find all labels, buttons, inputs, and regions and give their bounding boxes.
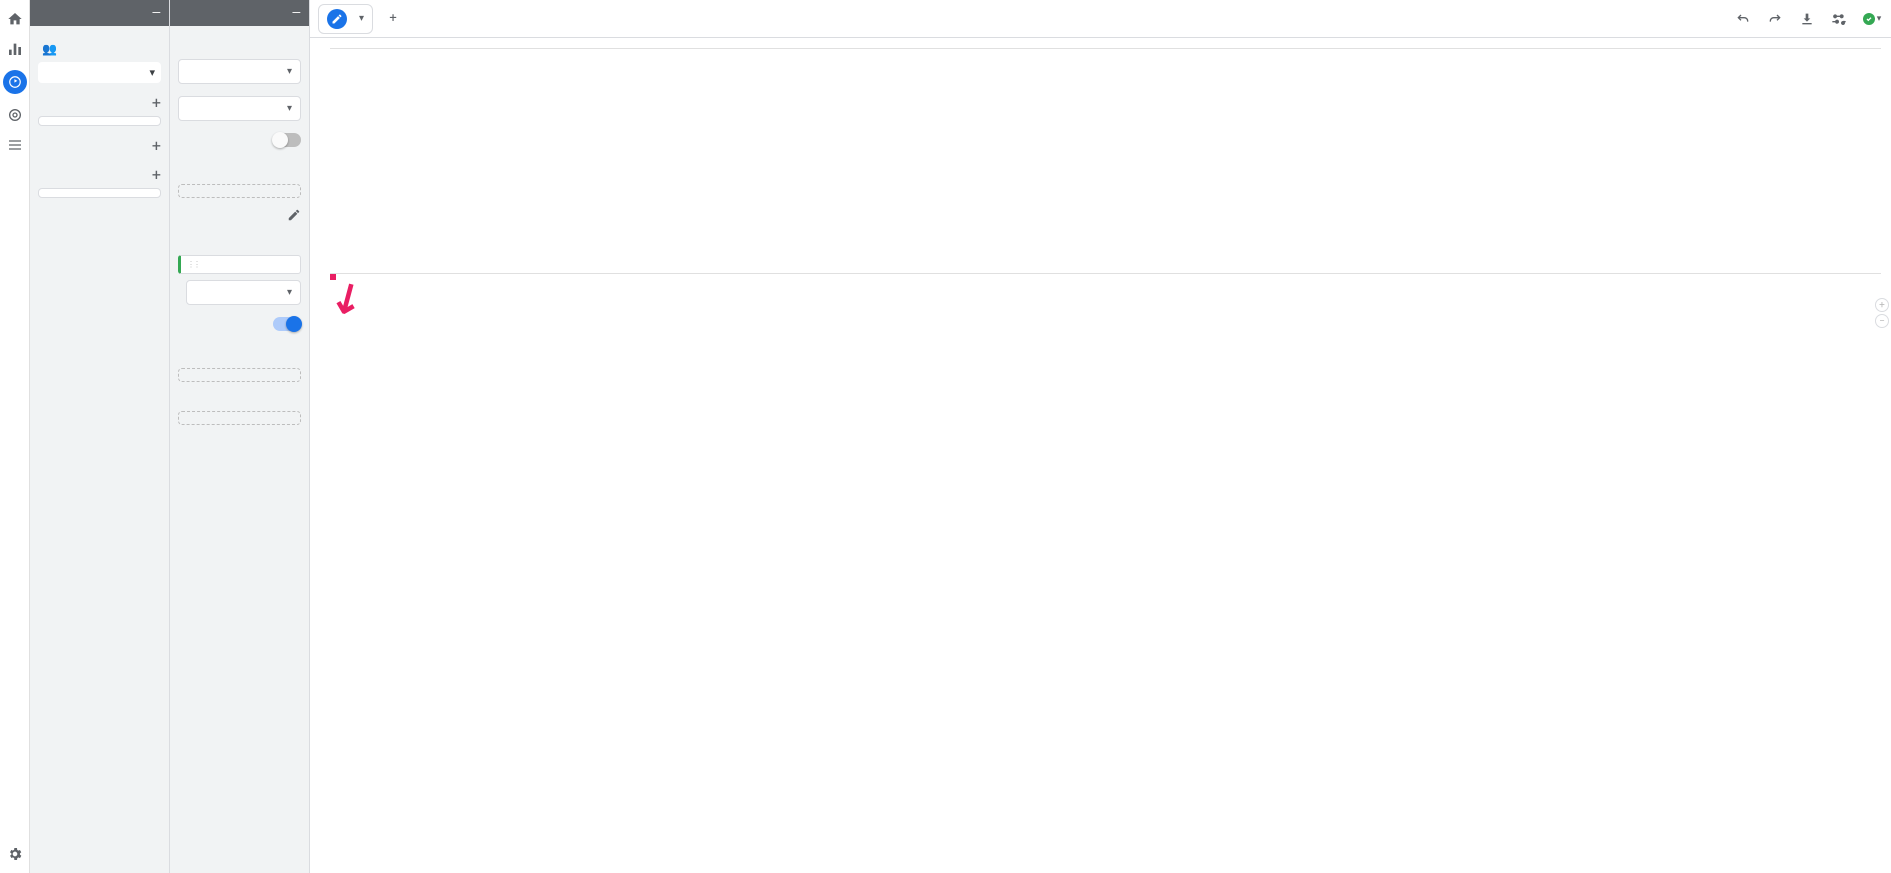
minimize-icon[interactable]: — (152, 6, 161, 20)
home-icon[interactable] (6, 10, 24, 28)
undo-button[interactable] (1731, 7, 1755, 31)
funnel-table: ↙ (330, 273, 1881, 274)
explore-icon[interactable] (3, 70, 27, 94)
tab-settings-header: — (170, 0, 309, 26)
download-button[interactable] (1795, 7, 1819, 31)
zoom-out-button[interactable]: − (1875, 314, 1889, 328)
tab-bar: ▾ + ▾ (310, 0, 1891, 38)
tab-funnel-exploration[interactable]: ▾ (318, 4, 373, 34)
main-content: ▾ + ▾ + − (310, 0, 1891, 873)
add-metric-button[interactable]: + (152, 165, 161, 184)
tab-dropdown-icon[interactable]: ▾ (359, 13, 364, 24)
minimize-icon[interactable]: — (292, 6, 301, 20)
tab-icon (327, 9, 347, 29)
highlight-annotation (330, 274, 336, 280)
segments-none[interactable] (38, 116, 161, 126)
left-nav-rail (0, 0, 30, 873)
zoom-controls: + − (1875, 298, 1889, 328)
dropdown-arrow-icon: ▾ (287, 287, 292, 298)
reports-icon[interactable] (6, 40, 24, 58)
exploration-name[interactable]: 👥 (38, 42, 161, 56)
date-range-picker[interactable]: ▾ (38, 62, 161, 83)
drag-handle-icon: ⋮⋮ (187, 260, 199, 269)
dropdown-arrow-icon: ▾ (287, 66, 292, 77)
arrow-annotation: ↙ (320, 269, 373, 326)
variables-panel: — 👥 ▾ + + + (30, 0, 170, 873)
open-funnel-toggle[interactable] (273, 133, 301, 147)
next-action-drop-zone[interactable] (178, 368, 301, 382)
add-dimension-button[interactable]: + (152, 136, 161, 155)
technique-select[interactable]: ▾ (178, 59, 301, 84)
segment-drop-zone[interactable] (178, 184, 301, 198)
edit-steps-button[interactable] (287, 208, 301, 222)
variables-header: — (30, 0, 169, 26)
add-tab-button[interactable]: + (381, 7, 405, 31)
filters-drop-zone[interactable] (178, 411, 301, 425)
metrics-none[interactable] (38, 188, 161, 198)
share-button[interactable] (1827, 7, 1851, 31)
data-quality-button[interactable]: ▾ (1859, 7, 1883, 31)
add-segment-button[interactable]: + (152, 93, 161, 112)
y-axis-labels (330, 49, 360, 259)
tab-settings-panel: — ▾ ▾ ⋮⋮ ▾ (170, 0, 310, 873)
funnel-chart (330, 48, 1881, 259)
dropdown-arrow-icon: ▾ (287, 103, 292, 114)
show-elapsed-toggle[interactable] (273, 317, 301, 331)
visualization-select[interactable]: ▾ (178, 96, 301, 121)
zoom-in-button[interactable]: + (1875, 298, 1889, 312)
admin-gear-icon[interactable] (6, 845, 24, 863)
configure-icon[interactable] (6, 136, 24, 154)
breakdown-chip[interactable]: ⋮⋮ (178, 255, 301, 274)
dropdown-arrow-icon: ▾ (149, 66, 155, 79)
rows-per-dim-select[interactable]: ▾ (186, 280, 301, 305)
advertising-icon[interactable] (6, 106, 24, 124)
share-icon[interactable]: 👥 (42, 42, 57, 56)
redo-button[interactable] (1763, 7, 1787, 31)
